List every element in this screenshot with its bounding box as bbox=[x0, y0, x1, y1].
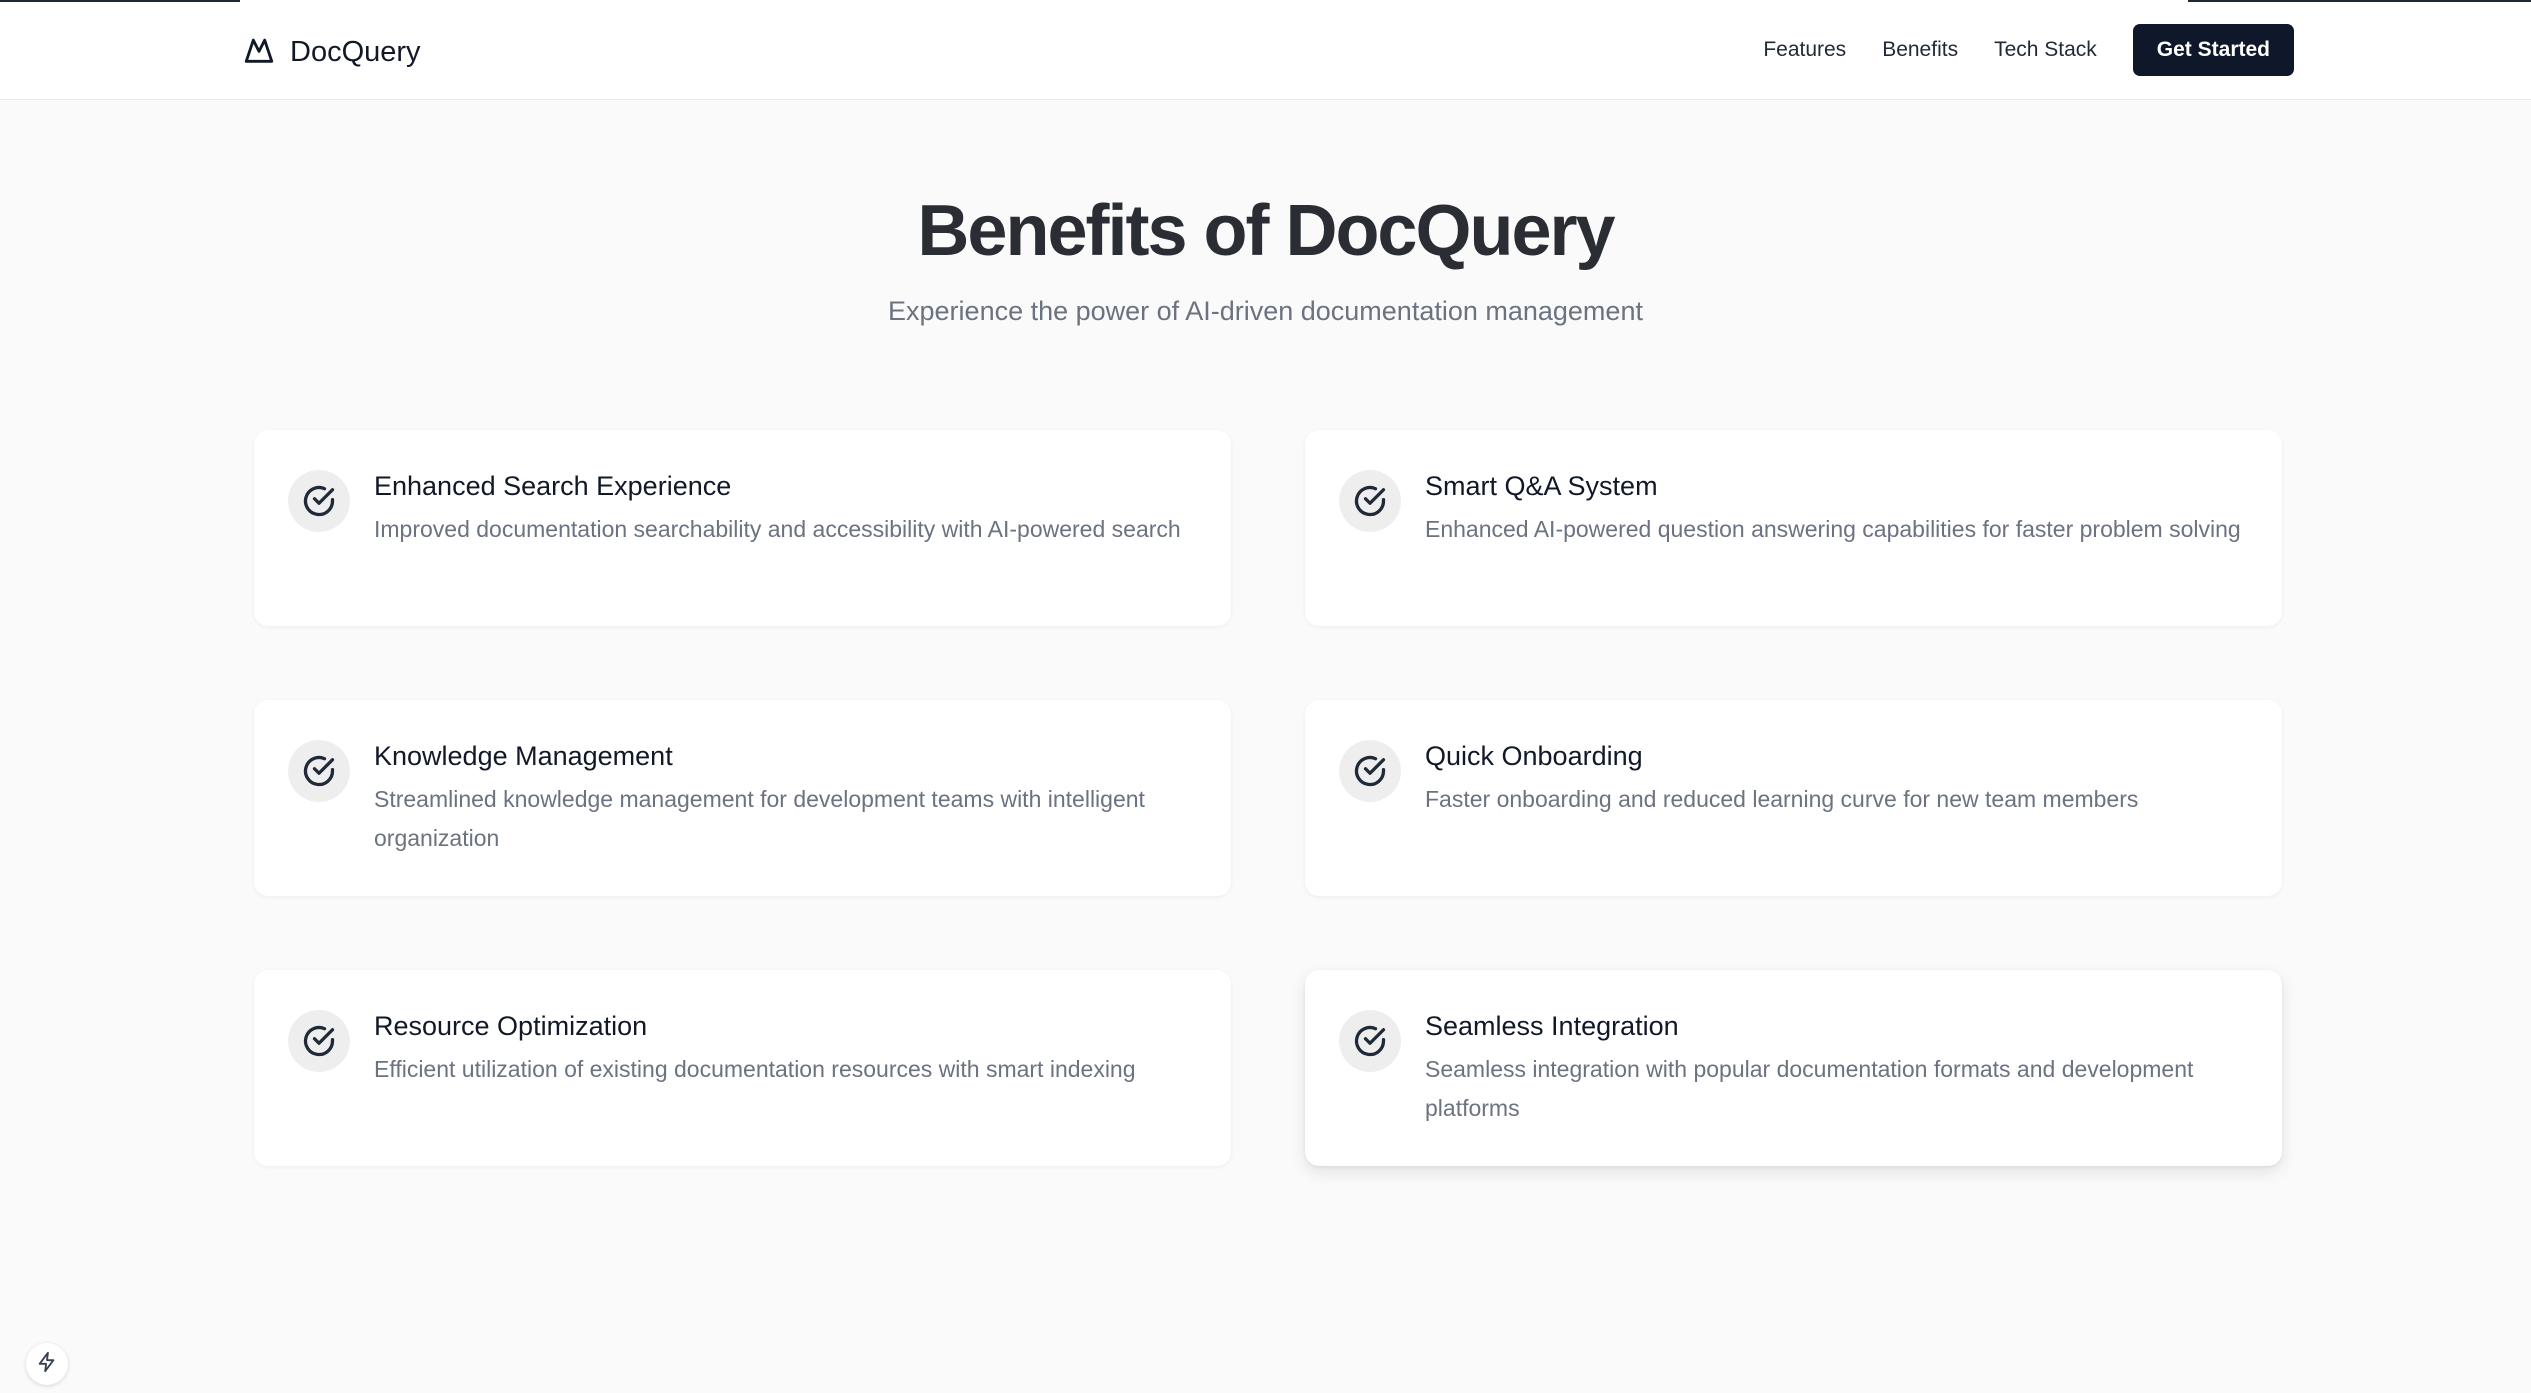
nav-link-features[interactable]: Features bbox=[1763, 38, 1846, 62]
benefit-card-text: Smart Q&A System Enhanced AI-powered que… bbox=[1425, 466, 2241, 549]
benefit-description: Enhanced AI-powered question answering c… bbox=[1425, 515, 2241, 542]
check-circle-icon bbox=[1339, 470, 1401, 532]
page-subtitle: Experience the power of AI-driven docume… bbox=[888, 296, 1643, 326]
benefit-card-seamless-integration: Seamless Integration Seamless integratio… bbox=[1305, 970, 2282, 1166]
benefit-title: Seamless Integration bbox=[1425, 1011, 1679, 1041]
main-nav: Features Benefits Tech Stack Get Started bbox=[1763, 24, 2294, 76]
check-circle-icon bbox=[288, 740, 350, 802]
benefits-grid: Enhanced Search Experience Improved docu… bbox=[254, 430, 2282, 1166]
nav-link-tech-stack[interactable]: Tech Stack bbox=[1994, 38, 2097, 62]
check-circle-icon bbox=[288, 470, 350, 532]
lightning-icon bbox=[36, 1351, 58, 1378]
brand-name: DocQuery bbox=[290, 35, 421, 68]
benefit-card-quick-onboarding: Quick Onboarding Faster onboarding and r… bbox=[1305, 700, 2282, 896]
benefit-card-enhanced-search: Enhanced Search Experience Improved docu… bbox=[254, 430, 1231, 626]
benefit-card-text: Enhanced Search Experience Improved docu… bbox=[374, 466, 1181, 549]
benefit-card-resource-optimization: Resource Optimization Efficient utilizat… bbox=[254, 970, 1231, 1166]
top-accent-line-left bbox=[0, 0, 240, 2]
benefit-description: Seamless integration with popular docume… bbox=[1425, 1055, 2194, 1121]
benefit-title: Knowledge Management bbox=[374, 741, 673, 771]
top-navigation-bar: DocQuery Features Benefits Tech Stack Ge… bbox=[0, 0, 2531, 100]
benefit-title: Enhanced Search Experience bbox=[374, 471, 732, 501]
check-circle-icon bbox=[1339, 1010, 1401, 1072]
page-title: Benefits of DocQuery bbox=[917, 191, 1615, 271]
benefit-card-knowledge-management: Knowledge Management Streamlined knowled… bbox=[254, 700, 1231, 896]
nav-link-benefits[interactable]: Benefits bbox=[1882, 38, 1958, 62]
check-circle-icon bbox=[288, 1010, 350, 1072]
mountain-logo-icon bbox=[242, 33, 276, 72]
benefit-card-text: Resource Optimization Efficient utilizat… bbox=[374, 1006, 1136, 1089]
benefit-description: Streamlined knowledge management for dev… bbox=[374, 785, 1145, 851]
get-started-button[interactable]: Get Started bbox=[2132, 24, 2294, 76]
benefit-title: Quick Onboarding bbox=[1425, 741, 1643, 771]
benefit-card-text: Quick Onboarding Faster onboarding and r… bbox=[1425, 736, 2138, 819]
benefit-card-text: Seamless Integration Seamless integratio… bbox=[1425, 1006, 2242, 1128]
benefit-description: Faster onboarding and reduced learning c… bbox=[1425, 785, 2139, 812]
benefit-description: Improved documentation searchability and… bbox=[374, 515, 1181, 542]
check-circle-icon bbox=[1339, 740, 1401, 802]
benefit-card-smart-qa: Smart Q&A System Enhanced AI-powered que… bbox=[1305, 430, 2282, 626]
benefit-title: Smart Q&A System bbox=[1425, 471, 1658, 501]
benefit-description: Efficient utilization of existing docume… bbox=[374, 1055, 1136, 1082]
benefit-title: Resource Optimization bbox=[374, 1011, 648, 1041]
top-accent-line-right bbox=[2188, 0, 2531, 2]
brand-home-link[interactable]: DocQuery bbox=[242, 30, 421, 74]
corner-dev-badge[interactable] bbox=[26, 1343, 68, 1385]
benefit-card-text: Knowledge Management Streamlined knowled… bbox=[374, 736, 1191, 858]
